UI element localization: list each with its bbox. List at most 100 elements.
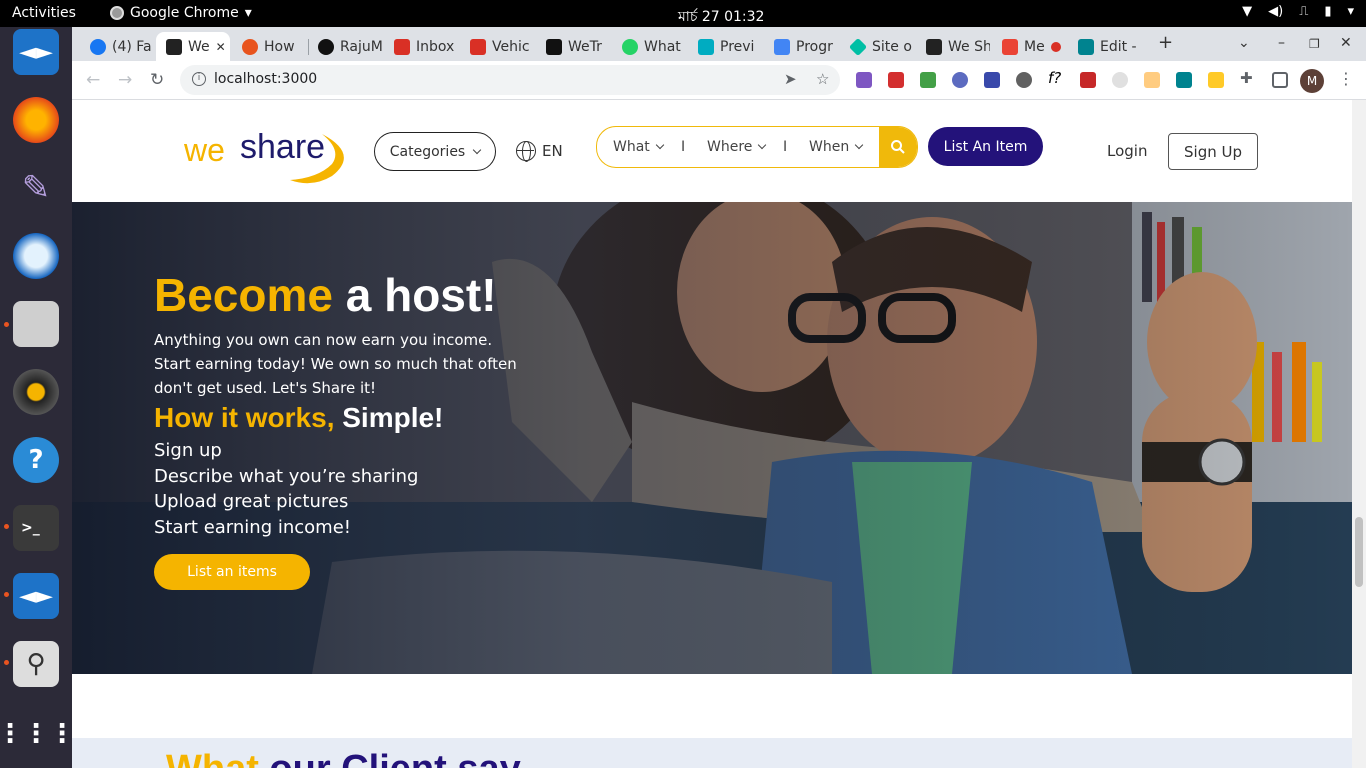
search-separator: I xyxy=(783,139,788,155)
browser-tab[interactable]: We Sh xyxy=(916,32,990,61)
search-button[interactable] xyxy=(879,127,917,167)
gmail-icon xyxy=(470,38,486,55)
address-bar[interactable]: i localhost:3000 ➤ ☆ xyxy=(180,65,840,95)
firefox-icon[interactable] xyxy=(13,97,59,143)
profile-avatar[interactable]: M xyxy=(1300,69,1324,93)
extension-green-icon[interactable] xyxy=(920,72,936,88)
vscode-icon[interactable]: ◄► xyxy=(13,573,59,619)
signup-button[interactable]: Sign Up xyxy=(1168,133,1258,170)
extension-clock-icon[interactable] xyxy=(1112,72,1128,88)
search-icon xyxy=(891,140,905,154)
running-indicator xyxy=(4,524,9,529)
system-tray[interactable]: ▼ ◀) ⎍ ▮ ▾ xyxy=(1242,4,1354,19)
files-icon[interactable] xyxy=(13,301,59,347)
search-what-dropdown[interactable]: What xyxy=(613,139,665,155)
running-indicator xyxy=(4,592,9,597)
extension-n-icon[interactable] xyxy=(1176,72,1192,88)
site-info-icon[interactable]: i xyxy=(192,72,206,86)
tab-search-icon[interactable]: ⌄ xyxy=(1238,35,1250,51)
extension-red-icon[interactable] xyxy=(888,72,904,88)
os-top-bar: Activities Google Chrome ▾ মার্চ 27 01:3… xyxy=(0,0,1366,27)
feather-icon[interactable]: ✎ xyxy=(13,165,59,211)
restore-icon[interactable]: ❐ xyxy=(1309,37,1320,51)
list-an-items-button[interactable]: List an items xyxy=(154,554,310,590)
url-text[interactable]: localhost:3000 xyxy=(214,71,317,87)
app-name: Google Chrome xyxy=(130,5,239,21)
extension-puzzle-red-icon[interactable] xyxy=(1080,72,1096,88)
browser-tab[interactable]: Previ xyxy=(688,32,762,61)
send-icon[interactable]: ➤ xyxy=(784,70,797,88)
rhythmbox-icon[interactable] xyxy=(13,369,59,415)
minimize-icon[interactable]: – xyxy=(1278,35,1285,51)
browser-tab[interactable]: Inbox xyxy=(384,32,458,61)
chrome-menu-icon[interactable]: ⋮ xyxy=(1338,69,1354,88)
search-when-dropdown[interactable]: When xyxy=(809,139,864,155)
extensions-puzzle-icon[interactable]: ✚ xyxy=(1240,69,1256,87)
extension-calendar-icon[interactable] xyxy=(1144,72,1160,88)
browser-tab[interactable]: How xyxy=(232,32,304,61)
dock: ◄► ✎ ? >_ ◄► ⚲ ⋮⋮⋮ xyxy=(0,27,75,768)
tab-label: (4) Fa xyxy=(112,38,152,55)
tab-label: What xyxy=(644,38,681,55)
search-bar: What I Where I When xyxy=(596,126,918,168)
list-an-item-button[interactable]: List An Item xyxy=(928,127,1043,166)
magnifier-app-icon[interactable]: ⚲ xyxy=(13,641,59,687)
weshare-logo[interactable]: we share xyxy=(182,128,357,184)
categories-dropdown[interactable]: Categories xyxy=(374,132,496,171)
hero-description: Anything you own can now earn you income… xyxy=(154,331,517,397)
forward-icon[interactable]: → xyxy=(118,70,132,90)
extension-eyedropper-icon[interactable] xyxy=(856,72,872,88)
login-link[interactable]: Login xyxy=(1107,142,1147,160)
thunderbird-icon[interactable] xyxy=(13,233,59,279)
search-where-dropdown[interactable]: Where xyxy=(707,139,767,155)
extension-yellow-icon[interactable] xyxy=(1208,72,1224,88)
back-icon[interactable]: ← xyxy=(86,70,100,90)
tab-label: Inbox xyxy=(416,38,455,55)
extension-gear-icon[interactable] xyxy=(1016,72,1032,88)
scrollbar-thumb[interactable] xyxy=(1355,517,1363,587)
react-icon xyxy=(166,38,182,55)
testimonials-heading-highlight: What xyxy=(166,748,259,768)
show-apps-icon[interactable]: ⋮⋮⋮ xyxy=(0,711,75,757)
extension-v-icon[interactable] xyxy=(984,72,1000,88)
bookmark-star-icon[interactable]: ☆ xyxy=(816,70,829,88)
logo-we-text: we xyxy=(184,132,225,168)
close-tab-icon[interactable]: ✕ xyxy=(216,40,230,54)
reload-icon[interactable]: ↻ xyxy=(150,70,164,90)
new-tab-icon[interactable]: + xyxy=(1158,32,1173,53)
testimonials-heading-rest: our Client say xyxy=(259,748,520,768)
browser-tab[interactable]: Vehic xyxy=(460,32,534,61)
help-icon[interactable]: ? xyxy=(13,437,59,483)
clock[interactable]: মার্চ 27 01:32 xyxy=(678,5,764,29)
browser-tab[interactable]: Me xyxy=(992,32,1066,61)
chevron-down-icon xyxy=(758,140,767,150)
tab-label: RajuM xyxy=(340,38,382,55)
extension-circle-icon[interactable] xyxy=(952,72,968,88)
browser-tab[interactable]: What xyxy=(612,32,686,61)
browser-tab-active[interactable]: We ✕ xyxy=(156,32,230,61)
chevron-down-icon xyxy=(655,140,665,150)
wifi-icon: ▼ xyxy=(1242,4,1253,19)
how-it-works-heading: How it works, Simple! xyxy=(154,402,574,434)
terminal-icon[interactable]: >_ xyxy=(13,505,59,551)
page-scrollbar[interactable] xyxy=(1352,100,1366,768)
browser-tab[interactable]: (4) Fa xyxy=(80,32,152,61)
testimonials-heading: What our Client say xyxy=(166,748,521,768)
browser-tab[interactable]: WeTr xyxy=(536,32,610,61)
browser-tab[interactable]: RajuM xyxy=(308,32,382,61)
browser-tab[interactable]: Progr xyxy=(764,32,838,61)
hero-title-highlight: Become xyxy=(154,269,333,321)
language-selector[interactable]: EN xyxy=(516,141,563,162)
vscode-icon[interactable]: ◄► xyxy=(13,29,59,75)
side-panel-icon[interactable] xyxy=(1272,72,1288,88)
browser-tab[interactable]: Edit - xyxy=(1068,32,1148,61)
step-item: Sign up xyxy=(154,440,222,461)
browser-tab[interactable]: Site o xyxy=(840,32,914,61)
search-where-label: Where xyxy=(707,139,753,155)
tab-label: WeTr xyxy=(568,38,602,55)
extension-font-icon[interactable]: f? xyxy=(1048,69,1064,87)
meet-icon xyxy=(1002,38,1018,55)
close-window-icon[interactable]: ✕ xyxy=(1340,35,1352,51)
app-menu[interactable]: Google Chrome ▾ xyxy=(110,5,252,21)
activities-button[interactable]: Activities xyxy=(12,5,76,21)
